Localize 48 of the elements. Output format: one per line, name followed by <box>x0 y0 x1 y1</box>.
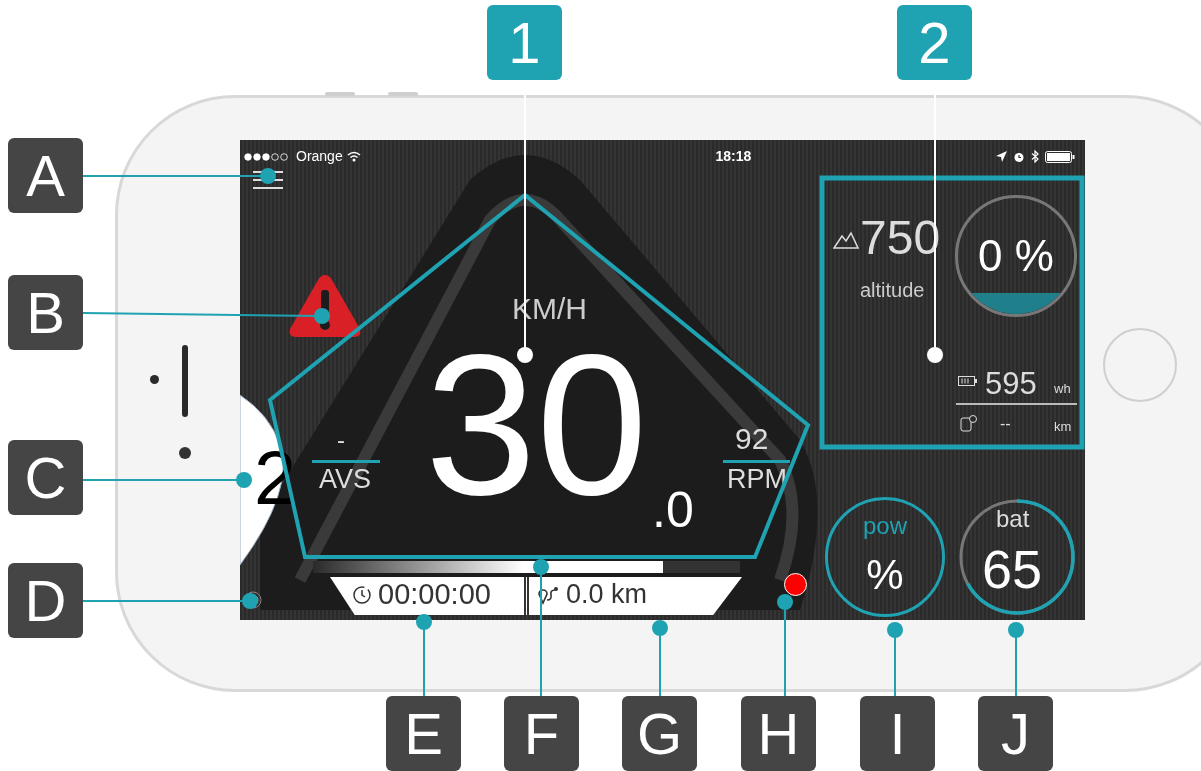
carrier-name: Orange <box>296 147 343 166</box>
battery-label: bat <box>996 507 1030 531</box>
trip-timer: 00:00:00 <box>378 580 491 609</box>
callout-label: A <box>8 138 83 213</box>
altitude-label: altitude <box>860 280 925 300</box>
speed-decimal: .0 <box>652 485 694 535</box>
trip-distance: 0.0 km <box>566 581 648 608</box>
route-icon <box>538 584 560 605</box>
divider-line <box>312 460 380 463</box>
bluetooth-icon <box>1031 150 1039 163</box>
battery-icon <box>958 376 977 386</box>
battery-value: 65 <box>982 542 1043 596</box>
warning-icon[interactable] <box>288 273 362 339</box>
map-pin-icon <box>960 414 978 432</box>
callout-label: 1 <box>487 5 562 80</box>
stopwatch-icon <box>352 584 372 605</box>
divider-line <box>524 577 529 615</box>
callout-label: I <box>860 696 935 771</box>
avs-label: AVS <box>319 466 372 493</box>
power-value: % <box>866 554 904 596</box>
callout-label: F <box>504 696 579 771</box>
wifi-icon <box>346 151 361 162</box>
callout-label: C <box>8 440 83 515</box>
rpm-label: RPM <box>727 466 787 493</box>
power-label: pow <box>863 514 907 538</box>
callout-label: 2 <box>897 5 972 80</box>
status-time: 18:18 <box>715 147 752 166</box>
callout-label: H <box>741 696 816 771</box>
callout-label: B <box>8 275 83 350</box>
callout-label: G <box>622 696 697 771</box>
battery-status-icon <box>1045 150 1075 163</box>
energy-value: 595 <box>985 368 1037 399</box>
alarm-clock-icon <box>1013 150 1025 163</box>
callout-label: E <box>386 696 461 771</box>
avs-value: - <box>337 425 345 455</box>
speaker-slot <box>182 345 188 417</box>
range-value: -- <box>1000 416 1011 432</box>
callout-label: J <box>978 696 1053 771</box>
energy-unit: wh <box>1054 382 1071 395</box>
rpm-value: 92 <box>735 424 769 454</box>
menu-icon[interactable] <box>252 170 284 190</box>
slope-value: 0 % <box>978 234 1054 278</box>
divider-line <box>723 460 790 463</box>
callout-label: D <box>8 563 83 638</box>
location-arrow-icon <box>996 151 1007 162</box>
speed-value: 30 <box>425 325 648 525</box>
mountain-icon <box>833 231 859 249</box>
range-unit: km <box>1054 420 1072 433</box>
